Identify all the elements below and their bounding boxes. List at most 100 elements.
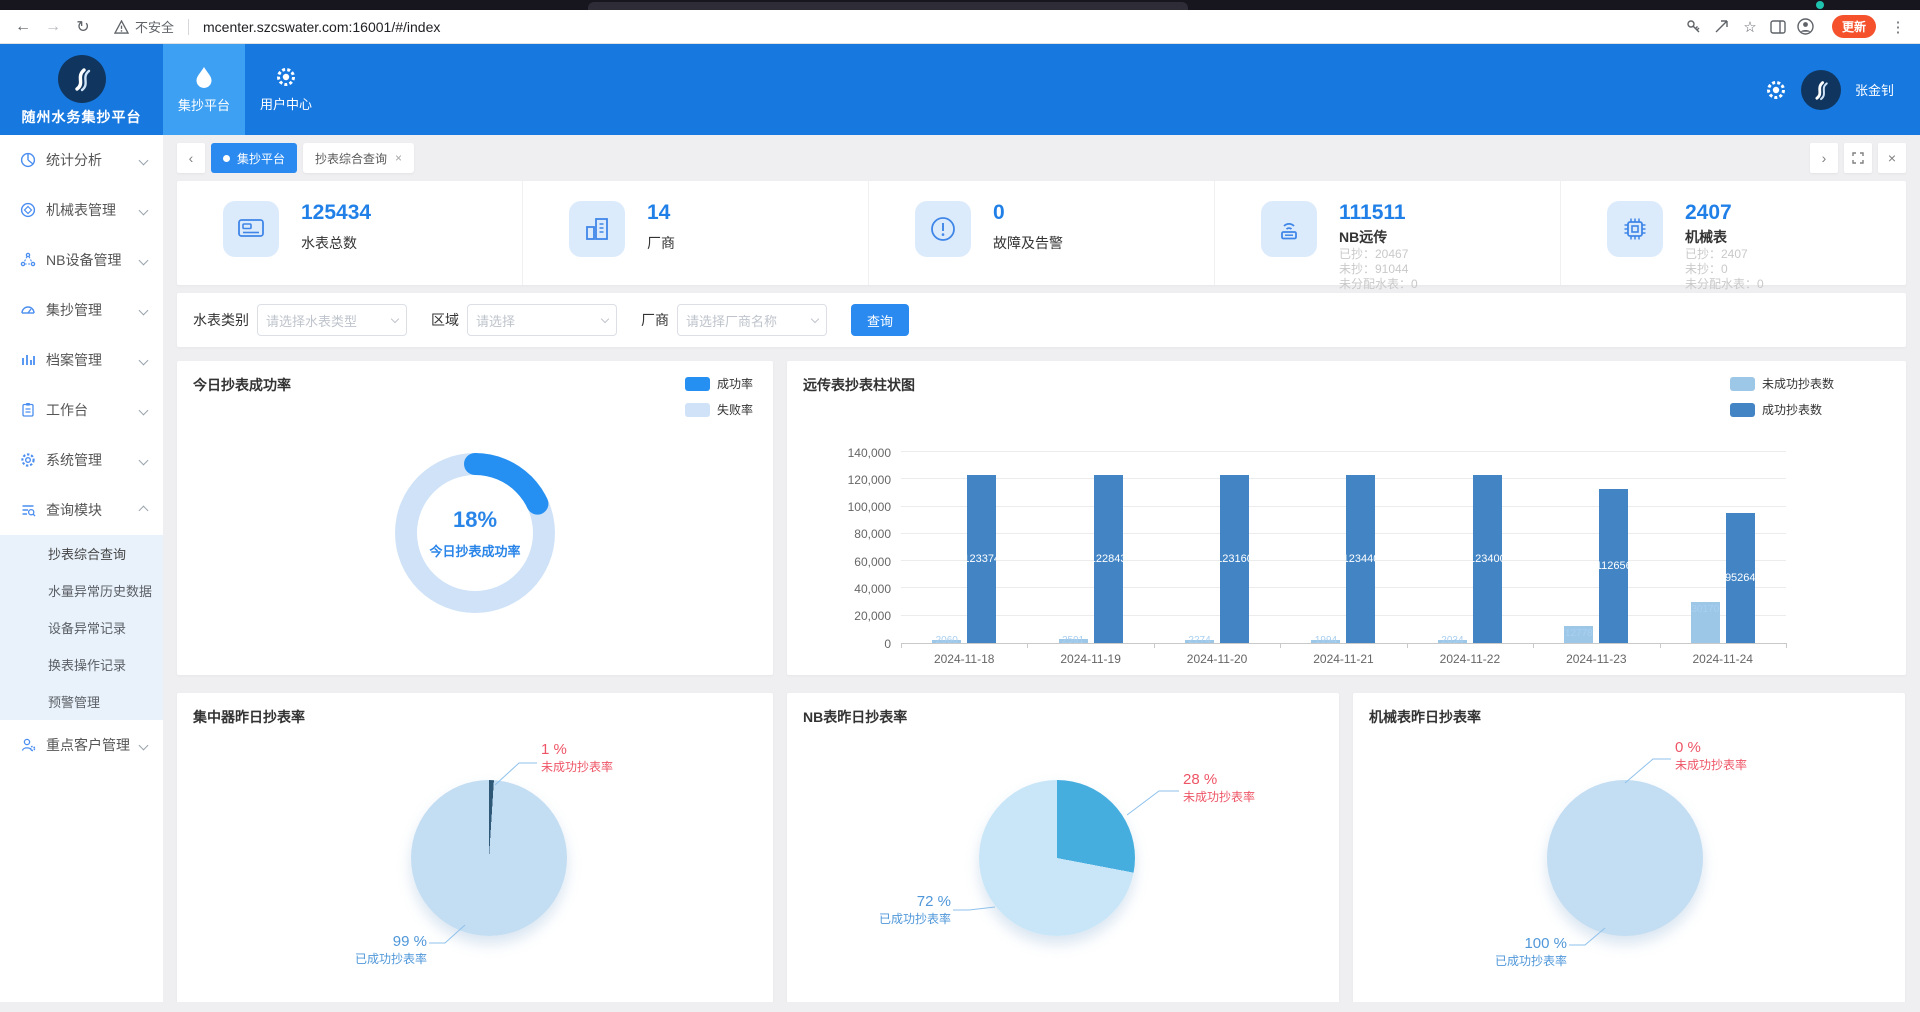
search-button[interactable]: 查询	[851, 304, 909, 336]
browser-toolbar: ← → ↻ 不安全 mcenter.szcswater.com:16001/#/…	[0, 10, 1920, 44]
nav-tab-label: 集抄平台	[178, 95, 230, 114]
bar-successful: 122843	[1094, 475, 1123, 643]
pie-chart	[979, 780, 1135, 936]
sidebar-item-5[interactable]: 工作台	[0, 385, 163, 435]
legend-item-unsuccessful[interactable]: 未成功抄表数	[1730, 375, 1834, 392]
x-axis-label: 2024-11-24	[1660, 652, 1786, 666]
stat-icon-tile	[915, 201, 971, 257]
back-icon[interactable]: ←	[10, 14, 36, 40]
password-key-icon[interactable]	[1682, 15, 1706, 39]
sidebar-item-8[interactable]: 重点客户管理	[0, 720, 163, 770]
donut-center-value: 18%	[453, 507, 497, 533]
stat-card-4: 2407机械表已抄：2407未抄：0未分配水表：0	[1561, 181, 1906, 285]
axis-tick	[1533, 643, 1534, 648]
x-axis-label: 2024-11-20	[1154, 652, 1280, 666]
submenu-item-4[interactable]: 预警管理	[0, 683, 163, 720]
axis-tick	[1660, 643, 1661, 648]
bar-successful: 123374	[967, 475, 996, 643]
gear-icon	[20, 452, 36, 468]
bar-unsuccessful: 2591	[1059, 639, 1088, 643]
chevron-down-icon	[811, 314, 819, 322]
stat-value: 14	[647, 201, 675, 225]
tabs-scroll-right-icon[interactable]: ›	[1810, 143, 1838, 173]
security-chip[interactable]: 不安全	[114, 17, 174, 36]
split-view-icon[interactable]	[1766, 15, 1790, 39]
chart-title: 远传表抄表柱状图	[803, 375, 915, 395]
bookmark-star-icon[interactable]: ☆	[1738, 15, 1762, 39]
chart-title: 集中器昨日抄表率	[193, 707, 305, 727]
bar-group-2024-11-21: 19941234402024-11-21	[1280, 453, 1406, 643]
pie-label-success: 99 % 已成功抄表率	[337, 933, 427, 967]
legend-swatch	[685, 377, 710, 391]
select-placeholder: 请选择	[476, 311, 602, 330]
sidebar-item-0[interactable]: 统计分析	[0, 135, 163, 185]
nav-tab-user-center[interactable]: 用户中心	[245, 44, 327, 135]
pie-label-success: 100 % 已成功抄表率	[1477, 935, 1567, 969]
bar-successful: 112656	[1599, 489, 1628, 643]
browser-menu-icon[interactable]: ⋮	[1886, 15, 1910, 39]
browser-avatar-icon[interactable]	[1794, 15, 1818, 39]
active-dot	[223, 155, 230, 162]
axis-tick	[1280, 643, 1281, 648]
legend-label: 成功抄表数	[1762, 401, 1822, 418]
browser-tab[interactable]	[588, 2, 1188, 10]
url-text[interactable]: mcenter.szcswater.com:16001/#/index	[203, 19, 440, 35]
sidebar-item-1[interactable]: 机械表管理	[0, 185, 163, 235]
bar-group-2024-11-23: 127781126562024-11-23	[1533, 453, 1659, 643]
forward-icon[interactable]: →	[40, 14, 66, 40]
tab-collection-platform[interactable]: 集抄平台	[211, 143, 297, 173]
close-all-icon[interactable]: ×	[1878, 143, 1906, 173]
stat-label: 厂商	[647, 233, 675, 253]
donut-chart: 18% 今日抄表成功率	[395, 453, 555, 613]
submenu-item-1[interactable]: 水量异常历史数据	[0, 572, 163, 609]
legend-swatch	[685, 403, 710, 417]
tabs-scroll-left-icon[interactable]: ‹	[177, 143, 205, 173]
sidebar-item-2[interactable]: NB设备管理	[0, 235, 163, 285]
sidebar-item-7[interactable]: 查询模块	[0, 485, 163, 535]
mechanical-pie-panel: 机械表昨日抄表率 0 % 未成功抄表率 100 % 已成功抄表率	[1353, 693, 1905, 1002]
legend-item-fail-rate[interactable]: 失败率	[685, 401, 753, 418]
filter-label: 水表类别	[193, 310, 249, 330]
meter-type-select[interactable]: 请选择水表类型	[257, 304, 407, 336]
bar-value-label: 112656	[1599, 560, 1628, 572]
stat-sub-line: 未分配水表：0	[1685, 277, 1764, 292]
tab-meter-query[interactable]: 抄表综合查询 ×	[303, 143, 414, 173]
bar-value-label: 123400	[1473, 553, 1502, 565]
settings-gear-icon[interactable]	[1765, 79, 1787, 101]
stat-card-1: 14 厂商	[523, 181, 869, 285]
stat-value: 2407	[1685, 201, 1764, 225]
vendor-select[interactable]: 请选择厂商名称	[677, 304, 827, 336]
submenu-item-2[interactable]: 设备异常记录	[0, 609, 163, 646]
pie-label-fail: 28 % 未成功抄表率	[1183, 771, 1255, 805]
gauge-icon	[20, 202, 36, 218]
sidebar-item-6[interactable]: 系统管理	[0, 435, 163, 485]
y-axis-label: 80,000	[821, 527, 891, 541]
fullscreen-icon[interactable]	[1844, 143, 1872, 173]
security-label: 不安全	[135, 17, 174, 36]
stat-card-3: 111511NB远传已抄：20467未抄：91044未分配水表：0	[1215, 181, 1561, 285]
user-avatar[interactable]	[1801, 70, 1841, 110]
submenu-item-0[interactable]: 抄表综合查询	[0, 535, 163, 572]
bar-successful: 123400	[1473, 475, 1502, 643]
username[interactable]: 张金钊	[1855, 80, 1894, 99]
region-select[interactable]: 请选择	[467, 304, 617, 336]
stat-value: 0	[993, 201, 1063, 225]
nav-tab-collection-platform[interactable]: 集抄平台	[163, 44, 245, 135]
submenu-item-3[interactable]: 换表操作记录	[0, 646, 163, 683]
chevron-down-icon	[601, 314, 609, 322]
sidebar-item-4[interactable]: 档案管理	[0, 335, 163, 385]
stat-icon-tile	[1607, 201, 1663, 257]
sidebar-item-label: 档案管理	[46, 350, 102, 370]
browser-update-button[interactable]: 更新	[1832, 15, 1876, 38]
share-icon[interactable]	[1710, 15, 1734, 39]
legend-item-successful[interactable]: 成功抄表数	[1730, 401, 1834, 418]
reload-icon[interactable]: ↻	[70, 14, 96, 40]
pie-chart-icon	[20, 152, 36, 168]
sidebar-item-3[interactable]: 集抄管理	[0, 285, 163, 335]
legend-item-success-rate[interactable]: 成功率	[685, 375, 753, 392]
filter-label: 厂商	[641, 310, 669, 330]
tab-label: 抄表综合查询	[315, 150, 387, 167]
y-axis-label: 120,000	[821, 473, 891, 487]
close-tab-icon[interactable]: ×	[395, 151, 402, 165]
stat-sub-line: 未抄：0	[1685, 262, 1764, 277]
